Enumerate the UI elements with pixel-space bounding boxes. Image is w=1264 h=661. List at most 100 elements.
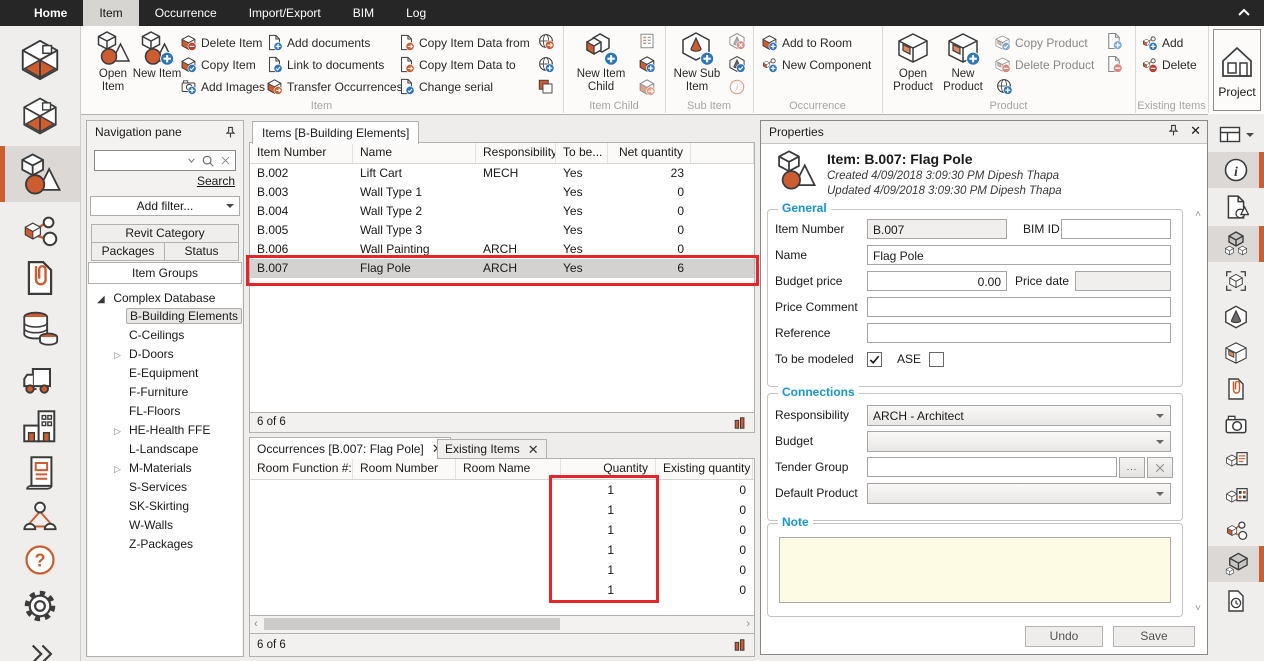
pin-icon[interactable] (224, 126, 237, 139)
subitem-delete-icon[interactable] (727, 31, 747, 51)
occurrences-icon[interactable] (0, 206, 80, 256)
subitem-info-icon[interactable]: i (727, 77, 747, 97)
name-field[interactable]: Flag Pole (867, 245, 1171, 265)
tab-import-export[interactable]: Import/Export (233, 0, 337, 26)
subitem-check-icon[interactable] (727, 54, 747, 74)
bim-object-icon[interactable] (1208, 300, 1264, 334)
col-item-number[interactable]: Item Number (250, 143, 353, 163)
finance-icon[interactable] (0, 302, 80, 352)
chevron-up-icon[interactable] (1236, 5, 1252, 21)
log-history-icon[interactable] (1208, 584, 1264, 618)
classification-icon[interactable] (1208, 444, 1264, 478)
existing-delete-button[interactable]: Delete (1141, 54, 1197, 75)
new-item-button[interactable]: New Item (132, 30, 182, 81)
camera-icon[interactable] (1208, 408, 1264, 442)
scroll-down-icon[interactable]: ˅ (1195, 603, 1201, 614)
product-page-add-icon[interactable] (1104, 31, 1124, 51)
mapping-icon[interactable] (1208, 480, 1264, 514)
reference-field[interactable] (867, 323, 1171, 343)
open-product-button[interactable]: Open Product (890, 30, 936, 94)
existing-items-tab[interactable]: Existing Items ✕ (437, 439, 547, 459)
columns-icon[interactable] (733, 638, 747, 652)
tree-item[interactable]: ▷ Z-Packages (88, 536, 242, 555)
attachment-icon[interactable] (1208, 372, 1264, 406)
close-icon[interactable]: ✕ (1190, 124, 1201, 137)
clear-search-icon[interactable] (220, 155, 231, 166)
note-textarea[interactable] (779, 537, 1171, 603)
add-documents-button[interactable]: Add documents (266, 32, 370, 53)
scroll-left-icon[interactable]: ‹ (254, 618, 258, 630)
col-existing-quantity[interactable]: Existing quantity (656, 459, 753, 479)
col-room-function[interactable]: Room Function #: (250, 459, 353, 479)
price-comment-field[interactable] (867, 297, 1171, 317)
items-tab[interactable]: Items [B-Building Elements] (252, 121, 419, 144)
scrollbar-thumb[interactable] (264, 618, 560, 630)
product-web-icon[interactable] (994, 76, 1014, 96)
components-icon[interactable] (1208, 226, 1264, 262)
occurrence-row[interactable]: 1 0 (250, 540, 754, 560)
help-icon[interactable] (0, 538, 80, 582)
item-row[interactable]: B.002 Lift Cart MECH Yes 23 (250, 164, 754, 183)
copy-item-button[interactable]: Copy Item (180, 54, 256, 75)
tree-item[interactable]: ▷ W-Walls (88, 517, 242, 536)
default-product-select[interactable] (867, 483, 1171, 504)
product-icon[interactable] (1208, 336, 1264, 370)
col-room-number[interactable]: Room Number (353, 459, 456, 479)
item-sheet-icon[interactable] (1208, 190, 1264, 224)
tender-group-browse-button[interactable]: ... (1119, 457, 1145, 478)
occurrence-row[interactable]: 1 0 (250, 580, 754, 600)
child-transfer-icon[interactable] (637, 77, 657, 97)
product-page-remove-icon[interactable] (1104, 54, 1124, 74)
new-sub-item-button[interactable]: New Sub Item (671, 30, 723, 94)
items-icon[interactable] (0, 146, 80, 202)
pin-icon[interactable] (1167, 124, 1180, 137)
delete-item-button[interactable]: Delete Item (180, 32, 262, 53)
scroll-up-icon[interactable]: ˄ (1195, 209, 1201, 220)
col-room-name[interactable]: Room Name (456, 459, 561, 479)
tab-occurrence[interactable]: Occurrence (139, 0, 233, 26)
tree-item[interactable]: ▷ HE-Health FFE (88, 422, 242, 441)
tree-item[interactable]: ▷ B-Building Elements (88, 308, 242, 327)
documents-icon[interactable] (0, 252, 80, 304)
add-filter-dropdown[interactable]: Add filter... (90, 196, 240, 216)
change-serial-button[interactable]: Change serial (398, 76, 493, 97)
tender-group-field[interactable] (867, 457, 1117, 477)
columns-icon[interactable] (733, 416, 747, 430)
responsibility-select[interactable]: ARCH - Architect (867, 405, 1171, 426)
search-icon[interactable] (201, 154, 215, 168)
copy-product-button[interactable]: Copy Product (994, 32, 1088, 53)
room-icon[interactable] (0, 34, 80, 86)
child-add-icon[interactable] (637, 54, 657, 74)
item-number-field[interactable]: B.007 (867, 219, 1007, 239)
web-link-icon[interactable] (536, 54, 556, 74)
structure-icon[interactable] (1208, 546, 1264, 582)
tree-item[interactable]: ▷ F-Furniture (88, 384, 242, 403)
logistics-icon[interactable] (0, 354, 80, 404)
copy-layers-icon[interactable] (536, 77, 556, 97)
rotate-3d-icon[interactable] (1208, 264, 1264, 298)
occurrence-row[interactable]: 1 0 (250, 480, 754, 500)
col-responsibility[interactable]: Responsibility (476, 143, 556, 163)
nav-tab-revit-category[interactable]: Revit Category (91, 224, 239, 243)
occurrence-link-icon[interactable] (1208, 514, 1264, 546)
price-date-field[interactable] (1075, 271, 1171, 291)
tree-item[interactable]: ▷ M-Materials (88, 460, 242, 479)
child-list-icon[interactable] (637, 31, 657, 51)
link-documents-button[interactable]: Link to documents (266, 54, 384, 75)
copy-item-data-to-button[interactable]: Copy Item Data to (398, 54, 516, 75)
budget-price-field[interactable]: 0.00 (867, 271, 1007, 291)
settings-icon[interactable] (0, 582, 80, 630)
item-row[interactable]: B.005 Wall Type 3 Yes 0 (250, 221, 754, 240)
tab-home[interactable]: Home (18, 0, 83, 26)
web-export-icon[interactable] (536, 31, 556, 51)
tree-item[interactable]: ▷ L-Landscape (88, 441, 242, 460)
tab-item[interactable]: Item (83, 0, 138, 26)
new-component-button[interactable]: New Component (761, 54, 871, 75)
tab-log[interactable]: Log (390, 0, 442, 26)
col-to-be[interactable]: To be... (556, 143, 608, 163)
tree-item[interactable]: ▷ E-Equipment (88, 365, 242, 384)
room-data-icon[interactable] (0, 90, 80, 142)
horizontal-scrollbar[interactable]: ‹ › (249, 616, 755, 634)
info-icon[interactable] (1208, 152, 1264, 188)
add-to-room-button[interactable]: Add to Room (761, 32, 852, 53)
